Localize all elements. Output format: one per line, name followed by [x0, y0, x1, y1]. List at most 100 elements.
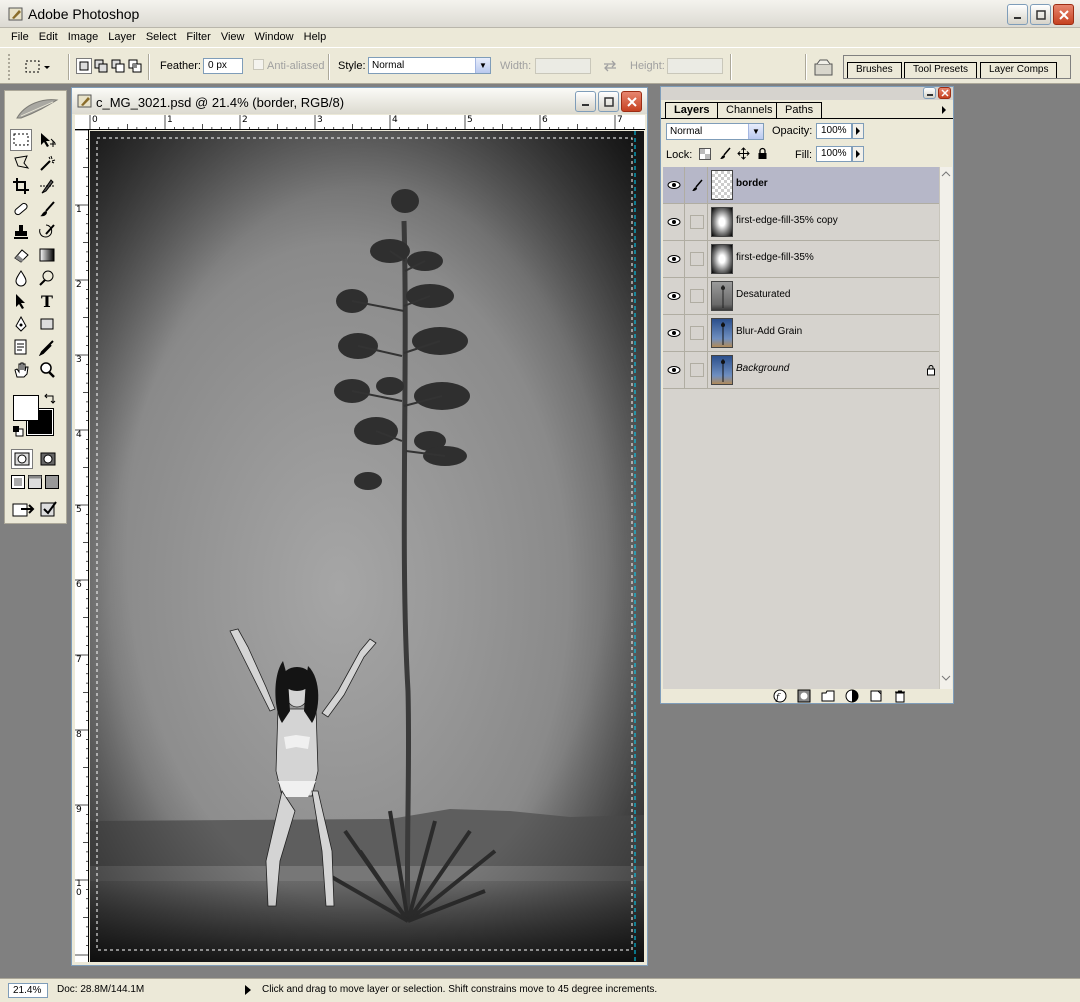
file-browser-icon[interactable] — [813, 57, 835, 77]
adobe-online-button[interactable] — [5, 91, 66, 127]
blend-mode-select[interactable]: Normal ▼ — [666, 123, 764, 140]
full-screen-icon[interactable] — [45, 475, 59, 489]
full-screen-menu-icon[interactable] — [28, 475, 42, 489]
new-group-folder-icon[interactable] — [821, 689, 835, 703]
gradient-tool[interactable] — [36, 244, 58, 266]
close-button[interactable] — [1053, 4, 1074, 25]
visibility-toggle[interactable] — [663, 167, 685, 203]
tab-channels[interactable]: Channels — [717, 102, 782, 118]
scroll-up-icon[interactable] — [941, 169, 951, 179]
width-input[interactable] — [535, 58, 591, 74]
standard-screen-icon[interactable] — [11, 475, 25, 489]
lock-all-icon[interactable] — [757, 147, 768, 160]
palette-minimize-button[interactable] — [923, 87, 936, 99]
menu-window[interactable]: Window — [250, 28, 299, 47]
menu-layer[interactable]: Layer — [103, 28, 141, 47]
quick-mask-button[interactable] — [37, 449, 59, 469]
lock-transparency-icon[interactable] — [699, 148, 711, 160]
menu-edit[interactable]: Edit — [34, 28, 63, 47]
link-toggle[interactable] — [686, 352, 708, 388]
link-toggle[interactable] — [686, 315, 708, 351]
notes-tool[interactable] — [10, 336, 32, 358]
anti-aliased-checkbox[interactable] — [253, 59, 264, 70]
menu-image[interactable]: Image — [63, 28, 104, 47]
visibility-toggle[interactable] — [663, 241, 685, 277]
lasso-tool[interactable] — [10, 152, 32, 174]
fill-slider-button[interactable] — [852, 146, 864, 162]
link-toggle[interactable] — [686, 167, 708, 203]
blur-tool[interactable] — [10, 267, 32, 289]
crop-tool[interactable] — [10, 175, 32, 197]
status-menu-arrow-icon[interactable] — [244, 985, 252, 995]
tab-paths[interactable]: Paths — [776, 102, 823, 118]
tab-layers[interactable]: Layers — [665, 102, 719, 118]
swap-dimensions-icon[interactable] — [602, 60, 618, 72]
clone-stamp-tool[interactable] — [10, 221, 32, 243]
layer-row[interactable]: Blur-Add Grain — [663, 315, 939, 352]
well-tab-brushes[interactable]: Brushes — [847, 62, 902, 78]
menu-filter[interactable]: Filter — [181, 28, 215, 47]
visibility-toggle[interactable] — [663, 204, 685, 240]
foreground-color-swatch[interactable] — [13, 395, 39, 421]
swap-colors-icon[interactable] — [43, 393, 57, 405]
adjustment-layer-icon[interactable] — [845, 689, 859, 703]
zoom-field[interactable]: 21.4% — [8, 983, 48, 998]
visibility-toggle[interactable] — [663, 278, 685, 314]
layer-row[interactable]: first-edge-fill-35% — [663, 241, 939, 278]
trash-icon[interactable] — [893, 689, 907, 703]
pen-tool[interactable] — [10, 313, 32, 335]
new-layer-icon[interactable] — [869, 689, 883, 703]
lock-pixels-brush-icon[interactable] — [719, 147, 731, 160]
add-selection-icon[interactable] — [93, 58, 109, 74]
well-tab-layer-comps[interactable]: Layer Comps — [980, 62, 1058, 78]
commit-check-icon[interactable] — [39, 499, 59, 519]
eraser-tool[interactable] — [10, 244, 32, 266]
link-toggle[interactable] — [686, 204, 708, 240]
hand-tool[interactable] — [10, 359, 32, 381]
minimize-button[interactable] — [1007, 4, 1028, 25]
healing-brush-tool[interactable] — [10, 198, 32, 220]
options-grip[interactable] — [8, 54, 10, 80]
layer-row[interactable]: Background — [663, 352, 939, 389]
scroll-down-icon[interactable] — [941, 673, 951, 683]
shape-tool[interactable] — [36, 313, 58, 335]
link-toggle[interactable] — [686, 241, 708, 277]
document-title-bar[interactable]: c_MG_3021.psd @ 21.4% (border, RGB/8) — [72, 88, 647, 114]
visibility-toggle[interactable] — [663, 315, 685, 351]
palette-title-bar[interactable] — [661, 87, 953, 100]
dodge-tool[interactable] — [36, 267, 58, 289]
default-colors-icon[interactable] — [12, 425, 24, 437]
lock-position-move-icon[interactable] — [737, 147, 750, 160]
style-select[interactable]: Normal ▼ — [368, 57, 491, 74]
add-mask-icon[interactable] — [797, 689, 811, 703]
intersect-selection-icon[interactable] — [127, 58, 143, 74]
layer-list-scrollbar[interactable] — [939, 167, 952, 689]
maximize-button[interactable] — [1030, 4, 1051, 25]
palette-close-button[interactable] — [938, 87, 951, 99]
visibility-toggle[interactable] — [663, 352, 685, 388]
height-input[interactable] — [667, 58, 723, 74]
horizontal-ruler[interactable]: 0 1 2 3 4 5 6 7 — [75, 115, 645, 130]
standard-mode-button[interactable] — [11, 449, 33, 469]
doc-minimize-button[interactable] — [575, 91, 596, 112]
menu-file[interactable]: File — [6, 28, 34, 47]
vertical-ruler[interactable]: 1 2 3 4 5 6 7 8 9 1 0 — [75, 130, 89, 962]
doc-close-button[interactable] — [621, 91, 642, 112]
move-tool[interactable] — [36, 129, 58, 151]
history-brush-tool[interactable] — [36, 221, 58, 243]
subtract-selection-icon[interactable] — [110, 58, 126, 74]
path-selection-tool[interactable] — [10, 290, 32, 312]
slice-tool[interactable] — [36, 175, 58, 197]
feather-input[interactable]: 0 px — [203, 58, 243, 74]
opacity-slider-button[interactable] — [852, 123, 864, 139]
doc-maximize-button[interactable] — [598, 91, 619, 112]
marquee-tool[interactable] — [10, 129, 32, 151]
brush-tool[interactable] — [36, 198, 58, 220]
zoom-tool[interactable] — [36, 359, 58, 381]
tool-preset-picker[interactable] — [24, 57, 60, 77]
jump-to-imageready-icon[interactable] — [11, 499, 37, 519]
opacity-input[interactable]: 100% — [816, 123, 852, 139]
menu-view[interactable]: View — [216, 28, 250, 47]
type-tool[interactable]: T — [36, 290, 58, 312]
document-canvas[interactable] — [90, 131, 644, 962]
